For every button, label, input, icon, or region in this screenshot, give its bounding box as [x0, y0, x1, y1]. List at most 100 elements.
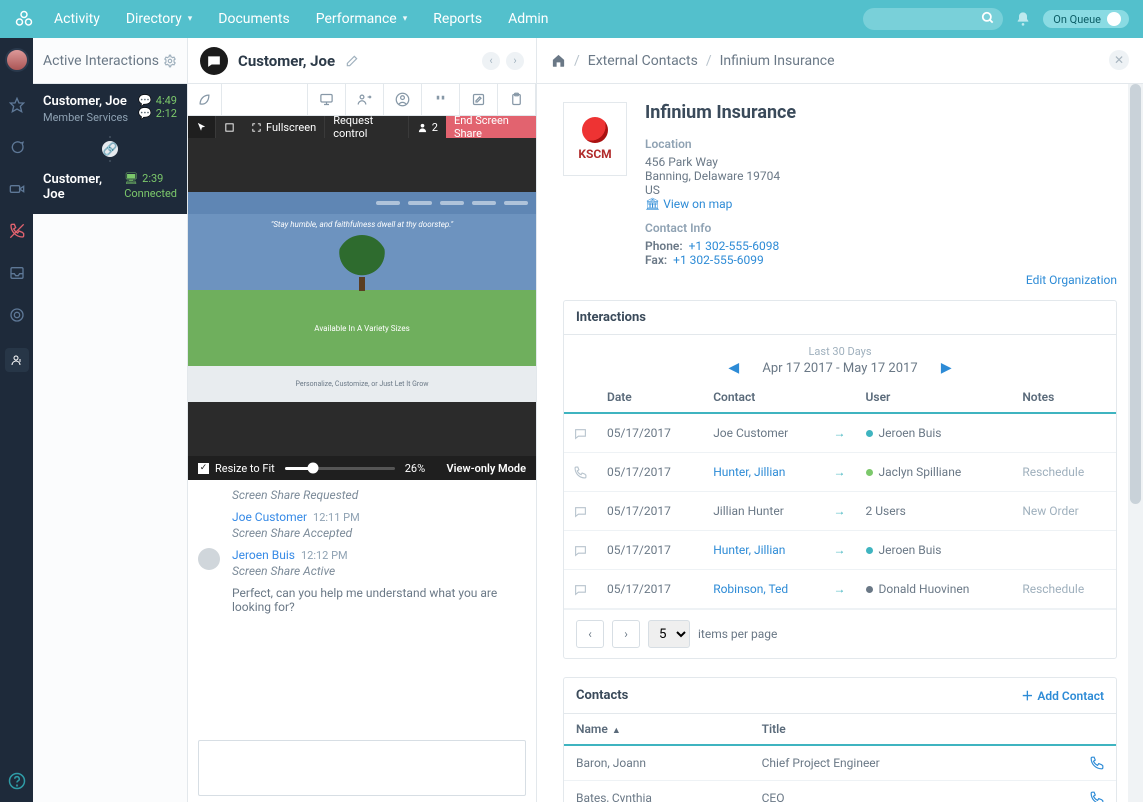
on-queue-toggle[interactable]: On Queue [1043, 10, 1129, 28]
chat-author: Jeroen Buis [232, 548, 295, 562]
contact-panel: / External Contacts / Infinium Insurance… [537, 38, 1143, 802]
view-on-map-label: View on map [663, 197, 732, 211]
interactions-panel: Interactions Last 30 Days ◀ Apr 17 2017 … [563, 300, 1117, 659]
interaction-card[interactable]: Customer, Joe🖥 2:39Connected [33, 162, 187, 214]
call-contact-icon[interactable] [1078, 781, 1116, 802]
close-icon[interactable]: ✕ [1109, 50, 1129, 70]
row-user: Jaclyn Spilliane [856, 453, 1013, 492]
next-conversation-icon[interactable]: › [506, 52, 524, 70]
add-contact-label: Add Contact [1037, 689, 1104, 703]
interactions-title: Active Interactions [43, 53, 159, 69]
interactions-panel-title: Interactions [576, 310, 646, 325]
clipboard-icon[interactable] [498, 84, 536, 115]
interactions-col-user[interactable]: User [856, 382, 1013, 413]
top-bar: Activity Directory▾ Documents Performance▾ R… [0, 0, 1143, 38]
contact-title: CEO [750, 781, 1078, 802]
video-icon[interactable] [8, 180, 26, 198]
contacts-row[interactable]: Bates, CynthiaCEO [564, 781, 1116, 802]
zoom-slider[interactable] [285, 467, 395, 470]
interaction-card[interactable]: Customer, JoeMember Services💬 4:49💬 2:12 [33, 84, 187, 136]
notifications-icon[interactable] [1015, 11, 1031, 27]
inbox-icon[interactable] [8, 264, 26, 282]
phone-link[interactable]: +1 302-555-6098 [689, 239, 780, 253]
compose-icon[interactable] [460, 84, 498, 115]
add-contact-button[interactable]: ＋ Add Contact [1021, 687, 1104, 704]
interactions-column: Active Interactions Customer, JoeMember … [33, 38, 188, 802]
quote-icon[interactable] [422, 84, 460, 115]
marker-tool-icon[interactable] [216, 116, 243, 138]
conversation-toolbar [188, 84, 536, 116]
row-contact[interactable]: Hunter, Jillian [703, 453, 823, 492]
interactions-row[interactable]: 05/17/2017Jillian Hunter→2 UsersNew Orde… [564, 492, 1116, 531]
top-menu-admin[interactable]: Admin [508, 11, 548, 27]
interactions-col-notes[interactable]: Notes [1012, 382, 1116, 413]
interactions-row[interactable]: 05/17/2017Hunter, Jillian→Jeroen Buis [564, 531, 1116, 570]
range-prev-icon[interactable]: ◀ [708, 360, 759, 376]
pointer-tool-icon[interactable] [188, 116, 216, 138]
row-contact[interactable]: Robinson, Ted [703, 570, 823, 609]
breadcrumb-1[interactable]: External Contacts [588, 53, 698, 69]
fullscreen-button[interactable]: Fullscreen [243, 116, 325, 138]
card-link-icon: 🔗 [33, 136, 187, 162]
end-screenshare-button[interactable]: End Screen Share [446, 116, 536, 138]
row-contact[interactable]: Hunter, Jillian [703, 531, 823, 570]
edit-organization-link[interactable]: Edit Organization [1026, 273, 1117, 287]
top-menu-activity[interactable]: Activity [54, 11, 100, 27]
contacts-col-name[interactable]: Name▲ [564, 714, 750, 745]
chat-icon: 💬 [138, 107, 152, 120]
fax-label: Fax: [645, 253, 667, 267]
top-menu-documents[interactable]: Documents [218, 11, 289, 27]
search-icon[interactable] [981, 11, 995, 25]
interactions-row[interactable]: 05/17/2017Robinson, Ted→Donald HuovinenR… [564, 570, 1116, 609]
target-icon[interactable] [8, 306, 26, 324]
chat-timestamp: 12:12 PM [301, 549, 348, 562]
interactions-row[interactable]: 05/17/2017Hunter, Jillian→Jaclyn Spillia… [564, 453, 1116, 492]
chat-input[interactable] [198, 740, 526, 796]
items-per-page-select[interactable]: 5 [648, 620, 690, 648]
agent-icon[interactable] [5, 348, 29, 372]
arrow-icon: → [824, 492, 856, 531]
pager-next-icon[interactable]: › [612, 620, 640, 648]
range-next-icon[interactable]: ▶ [921, 360, 972, 376]
leaf-icon[interactable] [188, 84, 222, 115]
contacts-row[interactable]: Baron, JoannChief Project Engineer [564, 745, 1116, 781]
card-name: Customer, Joe [43, 94, 128, 109]
contacts-col-title[interactable]: Title [750, 714, 1078, 745]
row-contact: Joe Customer [703, 413, 823, 453]
interactions-col-contact[interactable]: Contact [703, 382, 823, 413]
view-on-map-link[interactable]: 🏛 View on map [645, 197, 732, 211]
help-icon[interactable] [8, 772, 26, 790]
top-menu-reports[interactable]: Reports [433, 11, 482, 27]
user-avatar[interactable] [5, 48, 29, 72]
monitor-icon[interactable] [308, 84, 346, 115]
chevron-down-icon: ▾ [403, 14, 408, 24]
phone-off-icon[interactable] [8, 222, 26, 240]
chat-icon [564, 413, 597, 453]
request-control-label: Request control [333, 114, 400, 140]
participants-button[interactable]: 2 [409, 116, 446, 138]
gear-icon[interactable] [163, 54, 177, 68]
request-control-button[interactable]: Request control [325, 116, 409, 138]
call-contact-icon[interactable] [1078, 745, 1116, 781]
scrollbar[interactable] [1128, 84, 1143, 802]
top-menu-performance[interactable]: Performance▾ [316, 11, 408, 27]
row-date: 05/17/2017 [597, 492, 703, 531]
chat-bubble-icon[interactable] [8, 138, 26, 156]
profile-icon[interactable] [384, 84, 422, 115]
org-card: KSCM Infinium Insurance Location 456 Par… [563, 102, 1117, 267]
org-addr-2: Banning, Delaware 19704 [645, 169, 796, 183]
prev-conversation-icon[interactable]: ‹ [482, 52, 500, 70]
resize-checkbox[interactable]: ✓ [198, 463, 209, 474]
duration-badge: 🖥 2:39 [124, 172, 177, 185]
home-icon[interactable] [551, 53, 566, 68]
top-menu-directory[interactable]: Directory▾ [126, 11, 192, 27]
pager-prev-icon[interactable]: ‹ [576, 620, 604, 648]
fax-link[interactable]: +1 302-555-6099 [673, 253, 764, 267]
transfer-icon[interactable] [346, 84, 384, 115]
star-icon[interactable] [8, 96, 26, 114]
interactions-row[interactable]: 05/17/2017Joe Customer→Jeroen Buis [564, 413, 1116, 453]
end-screenshare-label: End Screen Share [454, 114, 528, 140]
interactions-col-date[interactable]: Date [597, 382, 703, 413]
edit-icon[interactable] [345, 54, 359, 68]
resize-label: Resize to Fit [215, 462, 275, 475]
